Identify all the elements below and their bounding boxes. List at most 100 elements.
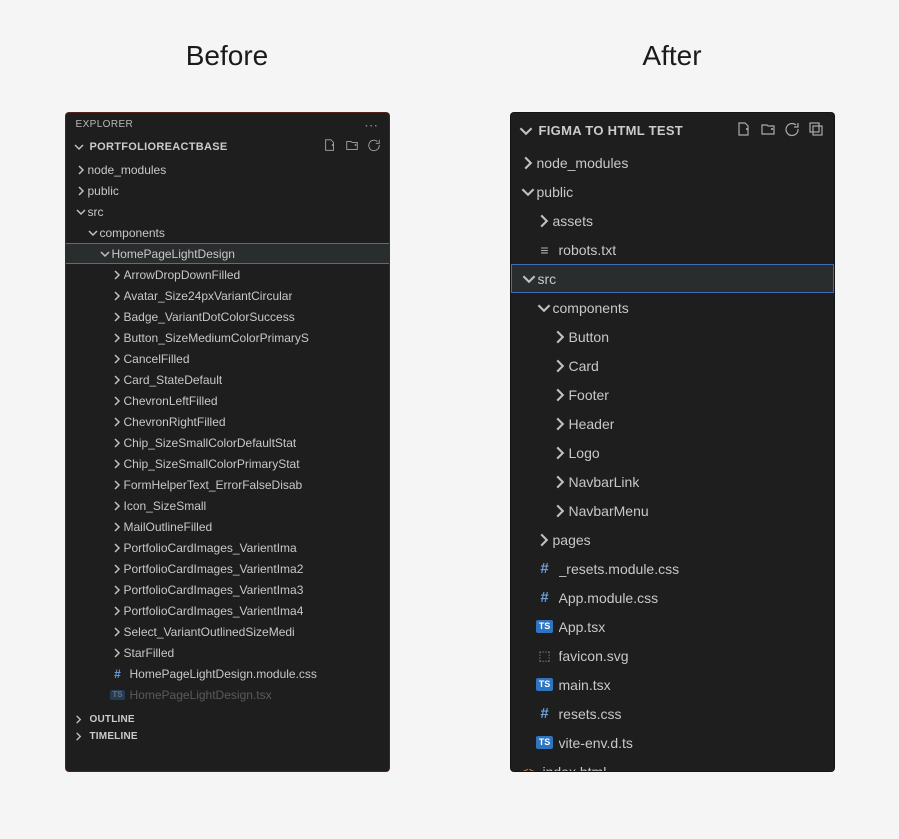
folder-row[interactable]: Card_StateDefault — [66, 369, 389, 390]
file-row[interactable]: TSHomePageLightDesign.tsx — [66, 684, 389, 705]
folder-row[interactable]: node_modules — [511, 148, 834, 177]
folder-row[interactable]: ArrowDropDownFilled — [66, 264, 389, 285]
folder-row[interactable]: ChevronLeftFilled — [66, 390, 389, 411]
folder-row[interactable]: PortfolioCardImages_VarientIma3 — [66, 579, 389, 600]
refresh-icon[interactable] — [367, 138, 381, 155]
folder-row[interactable]: Avatar_Size24pxVariantCircular — [66, 285, 389, 306]
tree-item-label: Button — [569, 329, 609, 345]
file-row[interactable]: #_resets.module.css — [511, 554, 834, 583]
tree-item-label: _resets.module.css — [559, 561, 680, 577]
folder-row[interactable]: Badge_VariantDotColorSuccess — [66, 306, 389, 327]
folder-row[interactable]: Button — [511, 322, 834, 351]
folder-row[interactable]: Logo — [511, 438, 834, 467]
new-file-icon[interactable] — [736, 121, 752, 140]
file-row[interactable]: ⬚favicon.svg — [511, 641, 834, 670]
chevron-right-icon — [110, 438, 124, 448]
tree-item-label: favicon.svg — [559, 648, 629, 664]
file-row[interactable]: #App.module.css — [511, 583, 834, 612]
file-tree-after: node_modulespublicassets≡robots.txtsrcco… — [511, 148, 834, 772]
folder-row[interactable]: NavbarMenu — [511, 496, 834, 525]
file-row[interactable]: TSApp.tsx — [511, 612, 834, 641]
new-folder-icon[interactable] — [760, 121, 776, 140]
tree-item-label: src — [538, 271, 557, 287]
project-name: PORTFOLIOREACTBASE — [90, 141, 228, 153]
folder-row[interactable]: assets — [511, 206, 834, 235]
ts-file-icon: TS — [535, 620, 555, 633]
folder-row[interactable]: public — [511, 177, 834, 206]
folder-row[interactable]: Button_SizeMediumColorPrimaryS — [66, 327, 389, 348]
new-file-icon[interactable] — [323, 138, 337, 155]
folder-row[interactable]: HomePageLightDesign — [66, 243, 389, 264]
file-row[interactable]: ≡robots.txt — [511, 235, 834, 264]
txt-file-icon: ≡ — [535, 242, 555, 258]
chevron-right-icon — [551, 417, 569, 431]
chevron-right-icon — [72, 715, 86, 724]
tree-item-label: Card — [569, 358, 599, 374]
refresh-icon[interactable] — [784, 121, 800, 140]
timeline-section[interactable]: TIMELINE — [66, 728, 389, 745]
tree-item-label: Select_VariantOutlinedSizeMedi — [124, 625, 295, 639]
chevron-right-icon — [110, 501, 124, 511]
chevron-right-icon — [535, 533, 553, 547]
tree-item-label: assets — [553, 213, 593, 229]
folder-row[interactable]: PortfolioCardImages_VarientIma4 — [66, 600, 389, 621]
chevron-right-icon — [72, 732, 86, 741]
outline-section[interactable]: OUTLINE — [66, 711, 389, 728]
file-row[interactable]: TSmain.tsx — [511, 670, 834, 699]
chevron-right-icon — [110, 333, 124, 343]
project-header-after[interactable]: FIGMA TO HTML TEST — [511, 113, 834, 148]
new-folder-icon[interactable] — [345, 138, 359, 155]
folder-row[interactable]: pages — [511, 525, 834, 554]
more-icon[interactable]: ⋯ — [364, 120, 378, 130]
tree-item-label: HomePageLightDesign — [112, 247, 235, 261]
folder-row[interactable]: StarFilled — [66, 642, 389, 663]
folder-row[interactable]: Icon_SizeSmall — [66, 495, 389, 516]
file-row[interactable]: #resets.css — [511, 699, 834, 728]
chevron-down-icon — [535, 301, 553, 315]
folder-row[interactable]: PortfolioCardImages_VarientIma2 — [66, 558, 389, 579]
file-tree-before: node_modulespublicsrccomponents HomePageL… — [66, 159, 389, 711]
chevron-right-icon — [110, 396, 124, 406]
tree-item-label: pages — [553, 532, 591, 548]
folder-row[interactable]: FormHelperText_ErrorFalseDisab — [66, 474, 389, 495]
folder-row[interactable]: src — [511, 264, 834, 293]
hash-file-icon: # — [110, 667, 126, 681]
folder-row[interactable]: NavbarLink — [511, 467, 834, 496]
tree-item-label: HomePageLightDesign.tsx — [130, 688, 272, 702]
folder-row[interactable]: MailOutlineFilled — [66, 516, 389, 537]
folder-row[interactable]: Chip_SizeSmallColorDefaultStat — [66, 432, 389, 453]
file-row[interactable]: TSvite-env.d.ts — [511, 728, 834, 757]
chevron-right-icon — [110, 270, 124, 280]
chevron-down-icon — [98, 249, 112, 259]
folder-row[interactable]: ChevronRightFilled — [66, 411, 389, 432]
folder-row[interactable]: CancelFilled — [66, 348, 389, 369]
tree-item-label: HomePageLightDesign.module.css — [130, 667, 317, 681]
collapse-all-icon[interactable] — [808, 121, 824, 140]
chevron-right-icon — [110, 564, 124, 574]
tree-item-label: CancelFilled — [124, 352, 190, 366]
tree-item-label: robots.txt — [559, 242, 617, 258]
folder-row[interactable]: node_modules — [66, 159, 389, 180]
folder-row[interactable]: Footer — [511, 380, 834, 409]
file-row[interactable]: <>index.html — [511, 757, 834, 772]
folder-row[interactable]: components — [66, 222, 389, 243]
svg-file-icon: ⬚ — [535, 648, 555, 664]
tree-item-label: components — [553, 300, 629, 316]
folder-row[interactable]: Card — [511, 351, 834, 380]
folder-row[interactable]: src — [66, 201, 389, 222]
folder-row[interactable]: public — [66, 180, 389, 201]
project-header-before[interactable]: PORTFOLIOREACTBASE — [66, 134, 389, 159]
chevron-right-icon — [110, 627, 124, 637]
chevron-down-icon — [86, 228, 100, 238]
explorer-label: EXPLORER — [76, 119, 134, 130]
folder-row[interactable]: components — [511, 293, 834, 322]
folder-row[interactable]: Select_VariantOutlinedSizeMedi — [66, 621, 389, 642]
ts-file-icon: TS — [535, 736, 555, 749]
explorer-header[interactable]: EXPLORER ⋯ — [66, 113, 389, 134]
folder-row[interactable]: Chip_SizeSmallColorPrimaryStat — [66, 453, 389, 474]
file-row[interactable]: # HomePageLightDesign.module.css — [66, 663, 389, 684]
folder-row[interactable]: PortfolioCardImages_VarientIma — [66, 537, 389, 558]
tree-item-label: node_modules — [88, 163, 167, 177]
folder-row[interactable]: Header — [511, 409, 834, 438]
tree-item-label: StarFilled — [124, 646, 175, 660]
